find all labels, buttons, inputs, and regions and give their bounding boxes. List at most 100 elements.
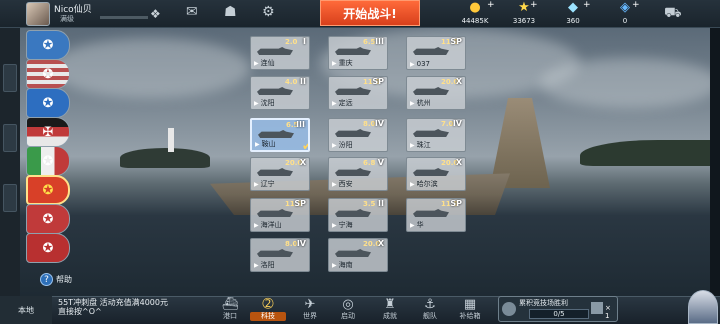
fleet-icon: ⚓ <box>424 297 436 312</box>
advisor-avatar[interactable] <box>688 290 718 324</box>
star-resource[interactable]: ★ 33673 <box>499 0 549 28</box>
launch-icon: ◎ <box>342 297 354 312</box>
nation-emblem-icon: ✪ <box>42 153 54 169</box>
diamond-value: 360 <box>566 17 580 25</box>
ship-card[interactable]: 6.5III▶鞍山✔ <box>250 118 310 152</box>
nation-emblem-icon: ✠ <box>42 124 54 140</box>
nav-fleet[interactable]: ⚓ 舰队 <box>412 297 448 324</box>
ship-level: 6.8 <box>363 159 376 167</box>
ship-card[interactable]: 3.5 II ▶ 宁海 <box>328 198 388 232</box>
nav-tech[interactable]: ➁ 科技 <box>250 297 286 324</box>
ship-name: 沈阳 <box>260 99 275 107</box>
ship-name: 华 <box>416 221 424 229</box>
settings-icon[interactable]: ⚙ <box>262 4 275 20</box>
ship-card[interactable]: 4.0 II ▶ 沈阳 <box>250 76 310 110</box>
nav-label: 舰队 <box>423 312 437 320</box>
ship-card[interactable]: 6.5 III ▶ 重庆 <box>328 36 388 70</box>
ship-name-row: ▶ 海洋山 <box>254 220 282 230</box>
left-rail <box>0 28 20 296</box>
nav-launch[interactable]: ◎ 启动 <box>330 297 366 324</box>
achievement-icon: ♜ <box>384 297 396 312</box>
ship-card[interactable]: 8.0 IV ▶ 汾阳 <box>328 118 388 152</box>
nation-emblem-icon: ✪ <box>42 66 54 82</box>
ship-silhouette-icon <box>413 87 449 95</box>
nation-tab-4[interactable]: ✠ <box>26 117 70 147</box>
ship-tier: X <box>377 239 384 248</box>
nation-tab-8[interactable]: ✪ <box>26 233 70 263</box>
ship-name-row: ▶ 华 <box>410 220 424 230</box>
chat-channel-button[interactable]: 本地 <box>0 296 52 324</box>
ship-silhouette-icon <box>257 47 293 55</box>
ship-card[interactable]: 11.5 SP ▶ 定远 <box>328 76 388 110</box>
nation-tab-2[interactable]: ✪ <box>26 59 70 89</box>
ship-tier: X <box>455 158 462 167</box>
add-gem-button[interactable]: + <box>632 0 640 10</box>
arena-task-panel[interactable]: 累积竞技场胜利 0/5 × 1 <box>498 296 618 322</box>
ship-card[interactable]: 7.0 IV ▶ 珠江 <box>406 118 466 152</box>
ship-card[interactable]: 20.0 X ▶ 哈尔滨 <box>406 157 466 191</box>
nav-port[interactable]: ⛴ 港口 <box>212 297 248 324</box>
lighthouse <box>168 128 174 152</box>
island <box>120 148 210 168</box>
ship-tier: SP <box>294 199 306 208</box>
reward-count: × 1 <box>605 304 611 320</box>
add-gold-button[interactable]: + <box>487 0 495 10</box>
rail-tab[interactable] <box>3 64 17 92</box>
nav-world[interactable]: ✈ 世界 <box>292 297 328 324</box>
ship-card[interactable]: 11.5 SP ▶ 海洋山 <box>250 198 310 232</box>
nation-tab-3[interactable]: ✪ <box>26 88 70 118</box>
rail-tab[interactable] <box>3 124 17 152</box>
chat-news-ticker[interactable]: 55T冲刺盘 活动充值满4000元直接按^O^ <box>58 298 170 316</box>
ship-name-row: ▶ 哈尔滨 <box>410 179 438 189</box>
ship-card[interactable]: 11.5 SP ▶ 华 <box>406 198 466 232</box>
ship-card[interactable]: 8.0 IV ▶ 洛阳 <box>250 238 310 272</box>
reward-box-icon <box>591 302 603 314</box>
friends-icon[interactable]: ☗ <box>224 4 237 20</box>
ship-card[interactable]: 6.8 V ▶ 西安 <box>328 157 388 191</box>
ship-name: 西安 <box>338 180 353 188</box>
ship-name: 辽宁 <box>260 180 275 188</box>
task-label: 累积竞技场胜利 <box>519 299 568 307</box>
ship-card[interactable]: 20.0 X ▶ 杭州 <box>406 76 466 110</box>
ship-silhouette-icon <box>413 209 449 217</box>
wing-emblem-icon[interactable]: ❖ <box>150 7 161 21</box>
gem-resource[interactable]: ◈ 0 <box>600 0 650 28</box>
ship-name-row: ▶ 定远 <box>332 98 353 108</box>
nation-tab-5[interactable]: ✪ <box>26 146 70 176</box>
nav-achievement[interactable]: ♜ 成就 <box>372 297 408 324</box>
ship-tier: II <box>378 199 384 208</box>
star-value: 33673 <box>512 17 536 25</box>
nav-supply-box[interactable]: ▦ 补给箱 <box>452 297 488 324</box>
nation-selector: ✪ ✪ ✪ ✠ ✪ ✪ ✪ ✪ <box>20 28 72 268</box>
ship-tier: X <box>455 77 462 86</box>
ship-level: 8.0 <box>285 240 298 248</box>
add-star-button[interactable]: + <box>530 0 538 10</box>
top-bar: Nico仙贝 满级 ❖ ✉ ☗ ⚙ 开始战斗! ● 44485K + ★ 336… <box>0 0 720 28</box>
ship-silhouette-icon <box>413 129 449 137</box>
ship-name: 汾阳 <box>338 141 353 149</box>
ship-tier: SP <box>372 77 384 86</box>
ship-card[interactable]: 20.0 X ▶ 海南 <box>328 238 388 272</box>
shop-cart-icon[interactable]: ⛟ <box>664 5 682 23</box>
ship-card[interactable]: 20.0 X ▶ 辽宁 <box>250 157 310 191</box>
play-arrow-icon: ▶ <box>410 222 415 229</box>
ship-card[interactable]: 11.5 SP ▶ 037 <box>406 36 466 70</box>
ship-card[interactable]: 2.0 I ▶ 连仙 <box>250 36 310 70</box>
ship-name-row: ▶ 鞍山 <box>255 139 276 149</box>
start-battle-button[interactable]: 开始战斗! <box>320 0 420 26</box>
nation-tab-1[interactable]: ✪ <box>26 30 70 60</box>
play-arrow-icon: ▶ <box>332 60 337 67</box>
player-level-status: 满级 <box>60 15 74 23</box>
shoreline <box>580 140 710 166</box>
mail-icon[interactable]: ✉ <box>186 4 198 20</box>
ship-name: 珠江 <box>416 141 431 149</box>
ship-name: 哈尔滨 <box>416 180 438 188</box>
rail-tab[interactable] <box>3 184 17 212</box>
player-avatar[interactable] <box>26 2 50 26</box>
nation-tab-7[interactable]: ✪ <box>26 204 70 234</box>
ship-tier: III <box>296 120 305 129</box>
nation-tab-6[interactable]: ✪ <box>26 175 70 205</box>
help-button[interactable]: ? 帮助 <box>40 273 72 286</box>
add-diamond-button[interactable]: + <box>583 0 591 10</box>
play-arrow-icon: ▶ <box>332 222 337 229</box>
